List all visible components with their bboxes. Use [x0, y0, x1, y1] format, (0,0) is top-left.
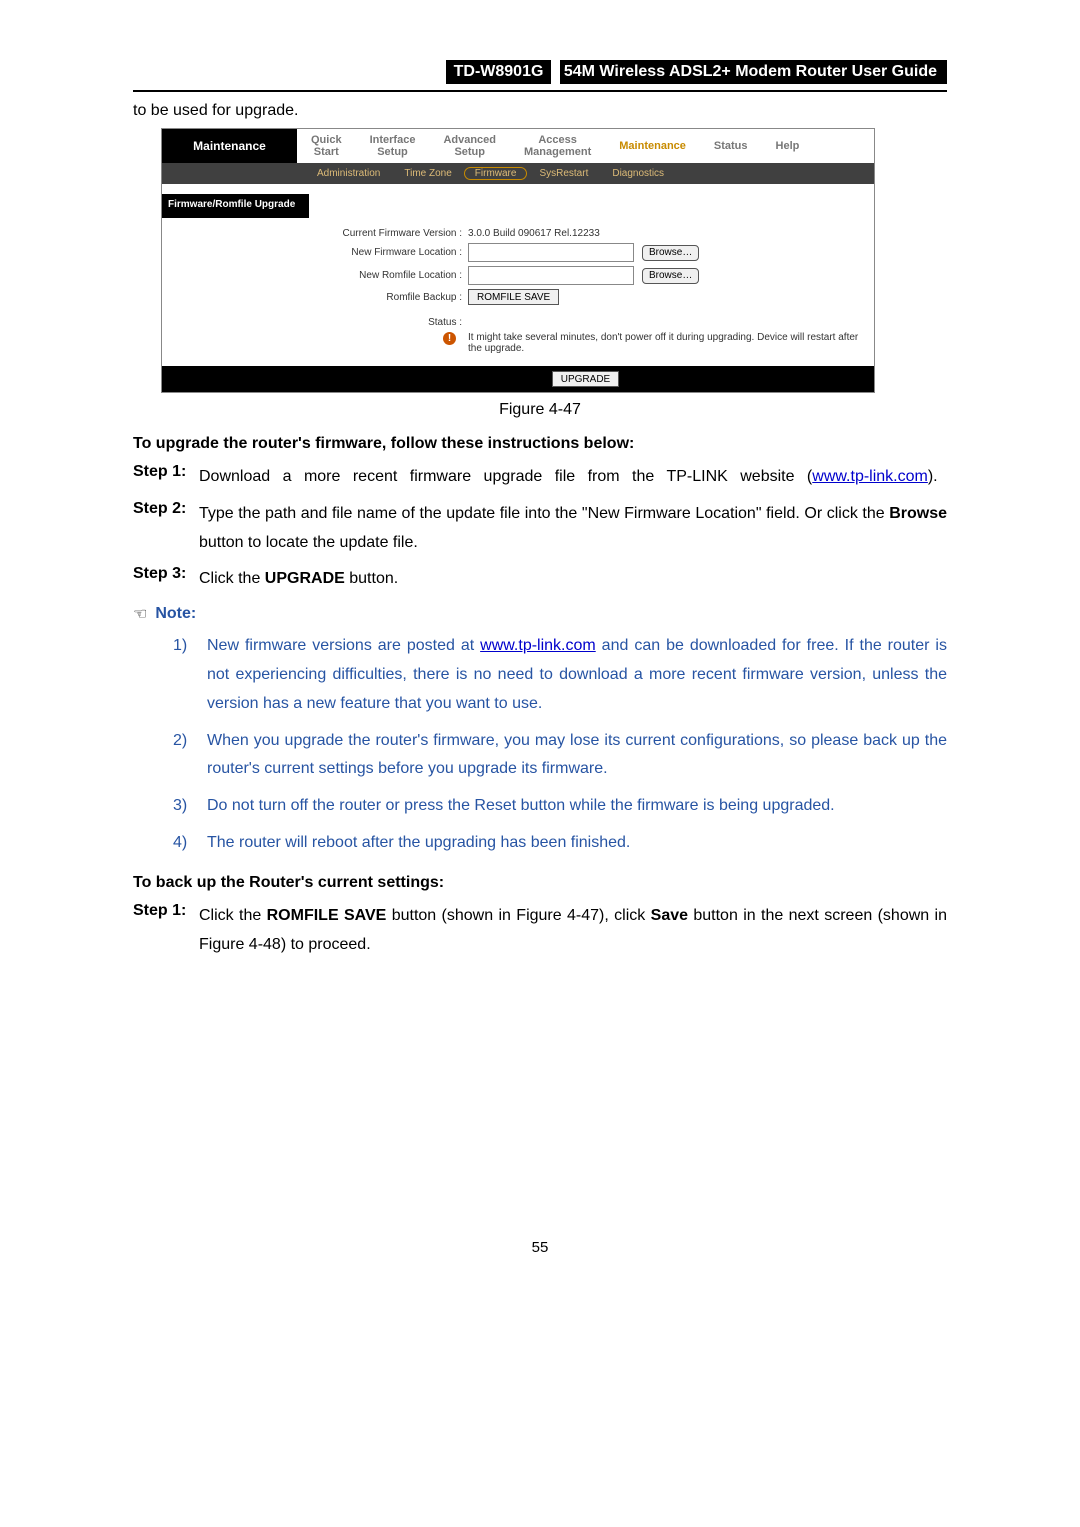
nav-section-title: Maintenance [162, 129, 297, 163]
browse-romfile-button[interactable]: Browse… [642, 268, 699, 284]
tab-interface-setup[interactable]: Interface Setup [356, 131, 430, 161]
tab-quick-start[interactable]: Quick Start [297, 131, 356, 161]
tab-help[interactable]: Help [762, 137, 814, 155]
tab-access-management[interactable]: Access Management [510, 131, 605, 161]
note-item-1: New firmware versions are posted at www.… [173, 632, 947, 718]
figure-caption: Figure 4-47 [133, 401, 947, 419]
label-status: Status : [307, 317, 468, 328]
device-model: TD-W8901G [446, 60, 552, 84]
tab-status[interactable]: Status [700, 137, 762, 155]
router-admin-screenshot: Maintenance Quick Start Interface Setup … [161, 128, 875, 393]
upgrade-instructions-heading: To upgrade the router's firmware, follow… [133, 435, 947, 453]
header-divider [133, 90, 947, 92]
backup-step-1-content: Click the ROMFILE SAVE button (shown in … [199, 902, 947, 960]
upgrade-button[interactable]: UPGRADE [552, 371, 619, 387]
tab-advanced-setup[interactable]: Advanced Setup [429, 131, 510, 161]
note-item-4: The router will reboot after the upgradi… [173, 829, 947, 858]
backup-step-1-label: Step 1: [133, 902, 199, 960]
note-label: Note: [155, 605, 196, 623]
subnav-firmware[interactable]: Firmware [464, 167, 528, 180]
pointing-hand-icon: ☞ [133, 604, 147, 624]
value-current-version: 3.0.0 Build 090617 Rel.12233 [468, 228, 600, 239]
label-romfile-backup: Romfile Backup : [307, 292, 468, 303]
section-firmware-upgrade: Firmware/Romfile Upgrade [162, 194, 309, 218]
warning-icon: ! [443, 332, 456, 345]
step-1-label: Step 1: [133, 463, 199, 492]
tp-link-website-link-2[interactable]: www.tp-link.com [480, 637, 596, 654]
intro-text: to be used for upgrade. [133, 102, 947, 120]
step-2-label: Step 2: [133, 500, 199, 558]
input-new-firmware[interactable] [468, 243, 634, 262]
step-3-content: Click the UPGRADE button. [199, 565, 947, 594]
tab-maintenance[interactable]: Maintenance [605, 137, 700, 155]
note-item-3: Do not turn off the router or press the … [173, 792, 947, 821]
subnav-administration[interactable]: Administration [305, 167, 392, 180]
subnav-diagnostics[interactable]: Diagnostics [600, 167, 676, 180]
romfile-save-button[interactable]: ROMFILE SAVE [468, 289, 559, 305]
label-new-romfile: New Romfile Location : [307, 270, 468, 281]
label-new-firmware: New Firmware Location : [307, 247, 468, 258]
step-1-content: Download a more recent firmware upgrade … [199, 463, 947, 492]
browse-firmware-button[interactable]: Browse… [642, 245, 699, 261]
input-new-romfile[interactable] [468, 266, 634, 285]
status-warning-text: It might take several minutes, don't pow… [468, 332, 864, 354]
subnav-time-zone[interactable]: Time Zone [392, 167, 463, 180]
device-title: 54M Wireless ADSL2+ Modem Router User Gu… [560, 60, 947, 84]
step-3-label: Step 3: [133, 565, 199, 594]
subnav-sysrestart[interactable]: SysRestart [527, 167, 600, 180]
page-number: 55 [133, 1239, 947, 1256]
label-current-version: Current Firmware Version : [307, 228, 468, 239]
step-2-content: Type the path and file name of the updat… [199, 500, 947, 558]
tp-link-website-link[interactable]: www.tp-link.com [812, 468, 928, 485]
note-item-2: When you upgrade the router's firmware, … [173, 727, 947, 785]
backup-heading: To back up the Router's current settings… [133, 874, 947, 892]
